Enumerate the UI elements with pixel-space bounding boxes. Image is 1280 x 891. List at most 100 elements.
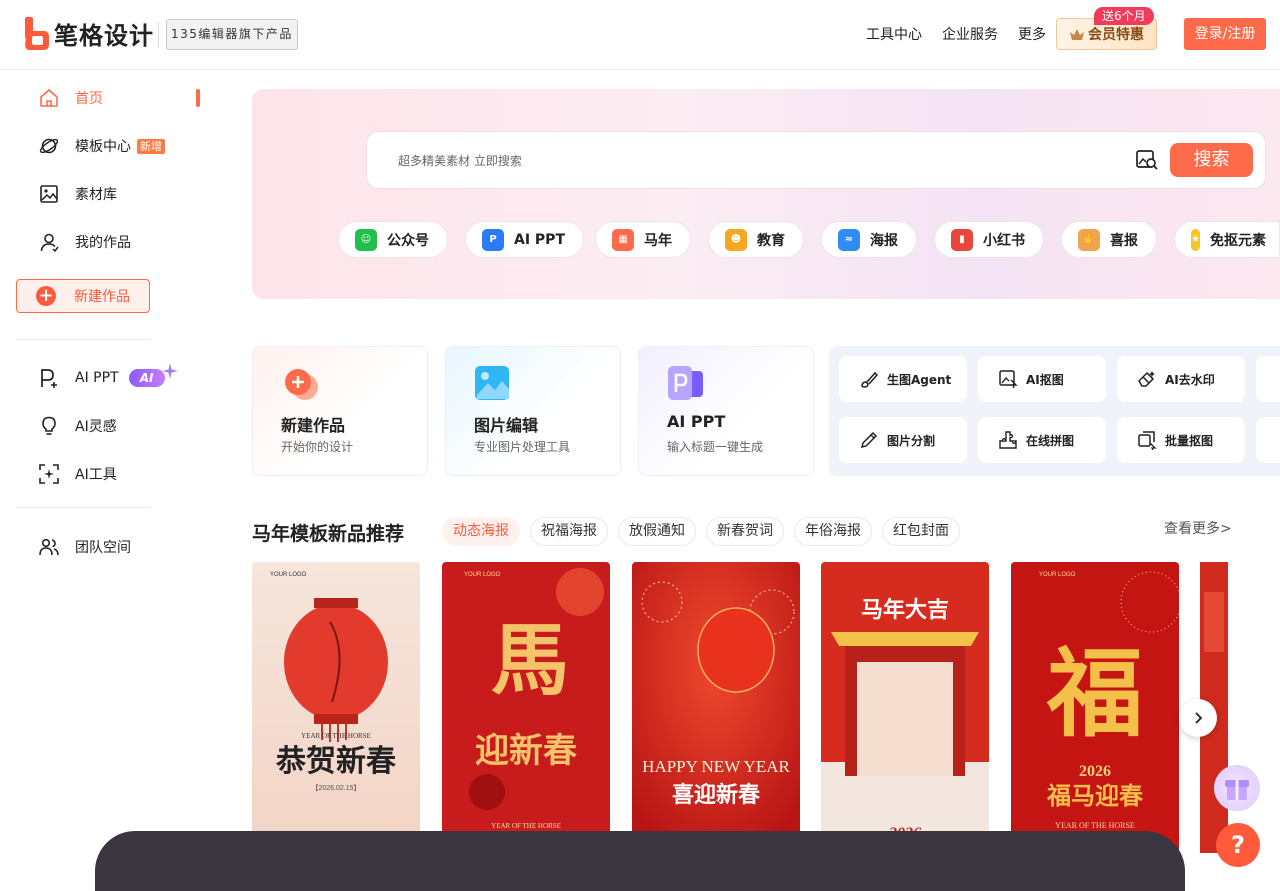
tpl-footer: YEAR OF THE HORSE [1055, 821, 1135, 830]
chip-horse-year[interactable]: ▦ 马年 [595, 221, 691, 258]
feature-card-ai-ppt[interactable]: AI PPT 输入标题一键生成 [638, 346, 814, 476]
chip-ai-ppt[interactable]: P AI PPT [465, 221, 584, 258]
sidebar-item-label: 我的作品 [75, 235, 131, 251]
tab-blessing-poster[interactable]: 祝福海报 [530, 517, 608, 546]
gift-icon[interactable] [1214, 765, 1260, 811]
chip-education[interactable]: ☻ 教育 [708, 221, 804, 258]
sidebar-item-templates[interactable]: 模板中心 新增 [38, 134, 165, 158]
sidebar-item-materials[interactable]: 素材库 [38, 182, 117, 206]
sidebar-item-label: 团队空间 [75, 540, 131, 556]
tpl-main: 馬 [491, 615, 569, 706]
wave-icon: ≈ [838, 228, 860, 251]
bottom-promo-bar[interactable] [95, 831, 1185, 891]
tool-batch-cutout[interactable]: 批量抠图 [1117, 417, 1245, 463]
tool-ai-cutout[interactable]: AI抠图 [978, 356, 1106, 402]
chip-xiaohongshu[interactable]: ▮ 小红书 [934, 221, 1044, 258]
chevron-right-icon [1195, 712, 1203, 724]
sidebar-item-team[interactable]: 团队空间 [38, 535, 131, 559]
tool-image-agent[interactable]: 生图Agent [839, 356, 967, 402]
tab-dynamic-poster[interactable]: 动态海报 [442, 517, 520, 546]
sidebar-divider [16, 339, 151, 340]
chip-poster[interactable]: ≈ 海报 [821, 221, 917, 258]
book-icon: ▮ [951, 228, 973, 251]
gift-box-graphic [1225, 780, 1249, 800]
planet-icon [39, 138, 59, 154]
sidebar-item-label: 首页 [75, 91, 103, 107]
tpl-logo: YOUR LOGO [270, 572, 307, 578]
image-icon [40, 185, 58, 203]
sidebar-item-label: AI工具 [75, 467, 117, 483]
active-indicator [196, 89, 200, 107]
template-card[interactable]: YOUR LOGO YEAR OF THE HORSE 恭贺新春 【2026.0… [252, 562, 420, 853]
search-placeholder: 超多精美素材 立即搜索 [398, 154, 522, 168]
puzzle-icon [999, 431, 1017, 449]
feature-card-image-edit[interactable]: 图片编辑 专业图片处理工具 [445, 346, 621, 476]
ai-badge: AI [128, 369, 165, 387]
tab-holiday-notice[interactable]: 放假通知 [618, 517, 696, 546]
tool-image-split[interactable]: 图片分割 [839, 417, 967, 463]
feature-title: 新建作品 [281, 416, 346, 435]
create-label: 新建作品 [74, 289, 130, 305]
nav-more[interactable]: 更多 [1018, 24, 1046, 44]
template-thumbnail: HAPPY NEW YEAR 喜迎新春 [632, 562, 800, 853]
feature-card-create[interactable]: 新建作品 开始你的设计 [252, 346, 428, 476]
sidebar-create-button[interactable]: + 新建作品 [16, 279, 150, 313]
search-button[interactable]: 搜索 [1170, 143, 1253, 177]
sidebar-item-label: AI灵感 [75, 419, 117, 435]
chip-label: 小红书 [983, 232, 1025, 249]
tool-online-collage[interactable]: 在线拼图 [978, 417, 1106, 463]
chip-label: 海报 [870, 232, 898, 249]
login-register-button[interactable]: 登录/注册 [1184, 18, 1266, 50]
crown-icon [1070, 28, 1084, 40]
tpl-sub: HAPPY NEW YEAR [642, 757, 790, 776]
tpl-main: 福 [1046, 637, 1143, 750]
teacher-icon: ☻ [725, 228, 747, 251]
product-badge: 135编辑器旗下产品 [166, 19, 298, 50]
sidebar-item-home[interactable]: 首页 [38, 86, 103, 110]
tool-more-partial[interactable] [1256, 356, 1280, 402]
brand-logo[interactable]: 笔格设计 [24, 16, 154, 51]
template-card[interactable]: 马年大吉 2026 [821, 562, 989, 853]
chip-label: 公众号 [387, 232, 429, 249]
tool-label: 批量抠图 [1165, 433, 1214, 448]
image-edit-icon [475, 366, 509, 400]
tool-more-partial[interactable] [1256, 417, 1280, 463]
chip-label: 喜报 [1110, 232, 1138, 249]
nav-tool-center[interactable]: 工具中心 [866, 24, 922, 44]
tool-ai-remove-watermark[interactable]: AI去水印 [1117, 356, 1245, 402]
tab-new-year-greeting[interactable]: 新春贺词 [706, 517, 784, 546]
help-button[interactable]: ? [1216, 823, 1260, 867]
template-card[interactable]: HAPPY NEW YEAR 喜迎新春 [632, 562, 800, 853]
sidebar-item-ai-tools[interactable]: AI工具 [38, 462, 117, 486]
star-icon: ★ [1191, 228, 1200, 251]
chip-label: 教育 [757, 232, 785, 249]
nav-enterprise[interactable]: 企业服务 [942, 24, 998, 44]
feature-subtitle: 专业图片处理工具 [474, 440, 571, 454]
tool-label: AI去水印 [1165, 372, 1215, 387]
carousel-next-button[interactable] [1179, 699, 1217, 737]
calendar-icon: ▦ [612, 228, 634, 251]
sidebar-item-ai-inspiration[interactable]: AI灵感 [38, 414, 117, 438]
sidebar-item-ai-ppt[interactable]: AI PPT AI [38, 363, 194, 390]
chip-wechat[interactable]: ☺ 公众号 [338, 221, 448, 258]
feature-subtitle: 输入标题一键生成 [667, 440, 764, 454]
tab-folk-poster[interactable]: 年俗海报 [794, 517, 872, 546]
new-badge: 新增 [137, 138, 165, 154]
see-more-link[interactable]: 查看更多> [1164, 518, 1232, 538]
template-card[interactable]: YOUR LOGO 馬 迎新春 YEAR OF THE HORSE [442, 562, 610, 853]
tab-red-envelope-cover[interactable]: 红包封面 [882, 517, 960, 546]
chip-good-news[interactable]: ✋ 喜报 [1061, 221, 1157, 258]
home-icon [40, 89, 58, 107]
chip-cutout-elements[interactable]: ★ 免抠元素 [1174, 221, 1280, 258]
tool-label: 生图Agent [887, 372, 952, 387]
template-card[interactable]: YOUR LOGO 福 2026 福马迎春 YEAR OF THE HORSE [1011, 562, 1179, 853]
tpl-year: 2026 [1079, 763, 1111, 780]
vip-promo-tag: 送6个月 [1094, 7, 1154, 25]
thumbs-up-icon: ✋ [1078, 228, 1100, 251]
tool-label: 图片分割 [887, 433, 936, 448]
image-search-icon[interactable] [1135, 148, 1159, 172]
sidebar-item-my-works[interactable]: 我的作品 [38, 230, 131, 254]
pen-icon [860, 431, 878, 449]
logo-icon [25, 16, 49, 50]
scan-icon [39, 464, 59, 484]
